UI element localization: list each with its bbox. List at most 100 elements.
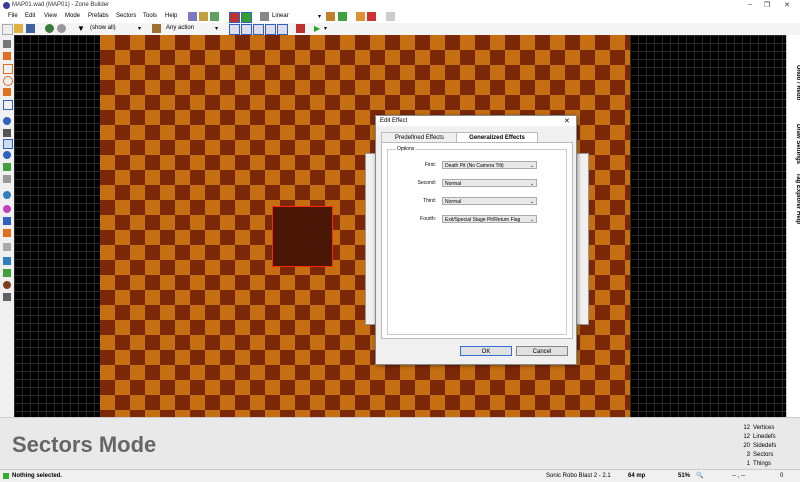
linedefs-mode-icon[interactable] — [3, 129, 11, 137]
tree-icon[interactable] — [45, 24, 54, 33]
filter-icon[interactable]: ▼ — [77, 24, 86, 33]
brush-icon[interactable] — [3, 281, 11, 289]
draw-ellipse-icon[interactable] — [3, 76, 13, 86]
sectors-toggle-icon[interactable] — [229, 12, 240, 23]
search-icon[interactable] — [3, 257, 11, 265]
cancel-button[interactable]: Cancel — [516, 346, 568, 356]
view-floors-icon[interactable] — [253, 24, 264, 35]
dialog-header: Edit Effect ✕ — [376, 116, 576, 126]
prefab-icon[interactable] — [188, 12, 197, 21]
docker-tabs: Undo / Redo Draw Settings Tag Explorer H… — [786, 35, 800, 417]
open-map-icon[interactable] — [14, 24, 23, 33]
tab-help[interactable]: Help — [787, 208, 800, 228]
draw-shape-icon[interactable] — [3, 100, 13, 110]
action-select[interactable]: Any action — [166, 25, 194, 31]
menu-sectors[interactable]: Sectors — [116, 13, 136, 19]
things-toggle-icon[interactable] — [241, 12, 252, 23]
snap-icon[interactable] — [367, 12, 376, 21]
menu-bar: File Edit View Mode Prefabs Sectors Tool… — [0, 11, 800, 23]
menu-tools[interactable]: Tools — [143, 13, 157, 19]
mode-toolbar — [0, 35, 15, 467]
third-effect-select[interactable]: Normal ⌄ — [442, 197, 537, 205]
play-chevron-down-icon[interactable]: ▾ — [324, 25, 327, 32]
first-label: First: — [424, 162, 436, 168]
interpolation-select[interactable]: Linear — [272, 13, 289, 19]
info-panel: Sectors Mode 12 Vertices 12 Linedefs 20 Sid… — [0, 417, 800, 470]
grid-size[interactable]: 64 mp — [628, 473, 645, 479]
chevron-down-icon: ⌄ — [529, 163, 534, 169]
view-overlay-icon[interactable] — [277, 24, 288, 35]
view-normal-icon[interactable] — [229, 24, 240, 35]
title-bar: MAP01.wad (MAP01) - Zone Builder – ❐ ✕ — [0, 0, 800, 11]
gear-icon[interactable] — [57, 24, 66, 33]
things-mode-icon[interactable] — [3, 151, 11, 159]
close-button[interactable]: ✕ — [780, 1, 794, 9]
minimize-button[interactable]: – — [743, 1, 757, 8]
draw-curve-icon[interactable] — [3, 52, 11, 60]
chevron-down-icon[interactable]: ▾ — [318, 13, 321, 20]
menu-help[interactable]: Help — [165, 13, 177, 19]
app-icon — [3, 2, 10, 9]
mode-title: Sectors Mode — [12, 432, 157, 457]
dialog-close-button[interactable]: ✕ — [564, 117, 570, 125]
mode-icon[interactable] — [338, 12, 347, 21]
menu-view[interactable]: View — [44, 13, 57, 19]
zoom-icon[interactable]: 🔍 — [696, 472, 703, 479]
options-group: Options First: Death Pit (No Camera Tilt… — [387, 146, 567, 335]
stat-vertices: 12 Vertices — [743, 425, 775, 431]
menu-edit[interactable]: Edit — [25, 13, 35, 19]
draw-rect-icon[interactable] — [3, 64, 13, 74]
stat-linedefs: 12 Linedefs — [743, 434, 776, 440]
view-icon[interactable] — [326, 12, 335, 21]
zoom-level[interactable]: 51% — [678, 473, 690, 479]
cursor-coords: -- , -- — [732, 473, 745, 479]
image-icon[interactable] — [3, 293, 11, 301]
highlighted-sector[interactable] — [272, 206, 333, 267]
maximize-button[interactable]: ❐ — [760, 1, 774, 9]
first-effect-select[interactable]: Death Pit (No Camera Tilt) ⌄ — [442, 161, 537, 169]
generalized-effects-panel: Options First: Death Pit (No Camera Tilt… — [381, 142, 573, 339]
menu-prefabs[interactable]: Prefabs — [88, 13, 109, 19]
rotate-icon[interactable] — [3, 243, 11, 251]
menu-file[interactable]: File — [8, 13, 18, 19]
view-ceilings-icon[interactable] — [265, 24, 276, 35]
fourth-effect-select[interactable]: Exit/Special Stage Pit/Return Flag ⌄ — [442, 215, 537, 223]
window-title: MAP01.wad (MAP01) - Zone Builder — [12, 2, 110, 8]
grid-icon[interactable] — [356, 12, 365, 21]
action-icon — [152, 24, 161, 33]
draw-grid-icon[interactable] — [3, 88, 11, 96]
second-label: Second: — [417, 180, 436, 186]
flip-icon[interactable] — [3, 229, 11, 237]
chevron-down-icon: ⌄ — [529, 199, 534, 205]
tab-undo-redo[interactable]: Undo / Redo — [787, 53, 800, 113]
filter-select[interactable]: (show all) — [90, 25, 116, 31]
filter-chevron-down-icon[interactable]: ▾ — [138, 25, 141, 32]
vertices-mode-icon[interactable] — [3, 117, 11, 125]
action-chevron-down-icon[interactable]: ▾ — [215, 25, 218, 32]
play-icon[interactable]: ▶ — [314, 24, 323, 33]
second-effect-select[interactable]: Normal ⌄ — [442, 179, 537, 187]
new-map-icon[interactable] — [2, 24, 13, 35]
test-map-icon[interactable] — [296, 24, 305, 33]
chevron-down-icon: ⌄ — [529, 217, 534, 223]
save-map-icon[interactable] — [26, 24, 35, 33]
draw-line-icon[interactable] — [3, 40, 11, 48]
status-message: Nothing selected. — [12, 473, 63, 479]
tools-icon[interactable] — [210, 12, 219, 21]
ok-button[interactable]: OK — [460, 346, 512, 356]
color-icon[interactable] — [3, 205, 11, 213]
make-sectors-icon[interactable] — [3, 175, 11, 183]
sound-icon[interactable] — [3, 191, 11, 199]
script-icon[interactable] — [199, 12, 208, 21]
visual-mode-icon[interactable] — [3, 163, 11, 171]
stat-things: 1 Things — [746, 461, 772, 467]
tag-icon[interactable] — [386, 12, 395, 21]
options-group-label: Options — [396, 146, 416, 152]
gradient-icon[interactable] — [3, 217, 11, 225]
check-icon[interactable] — [3, 269, 11, 277]
view-brightness-icon[interactable] — [241, 24, 252, 35]
menu-mode[interactable]: Mode — [65, 13, 80, 19]
sectors-mode-icon[interactable] — [3, 139, 13, 149]
status-ok-icon — [3, 473, 9, 479]
stat-sidedefs: 20 Sidedefs — [743, 443, 777, 449]
